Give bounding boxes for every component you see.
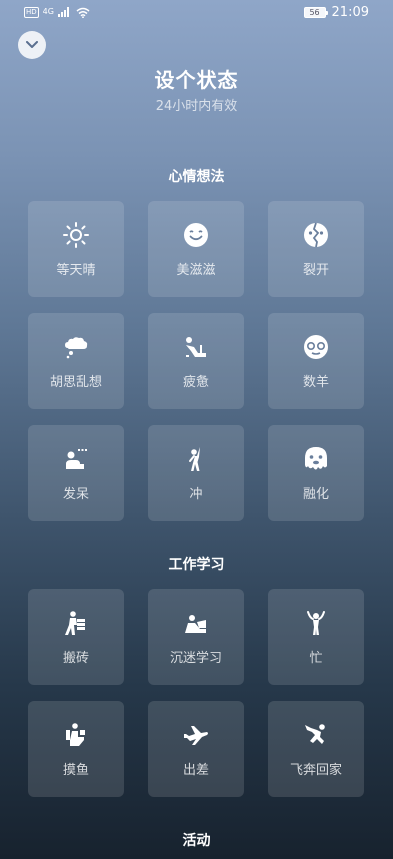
status-tile[interactable]: 疲惫 (148, 313, 244, 409)
status-tile[interactable]: 胡思乱想 (28, 313, 124, 409)
slumped-person-icon (182, 333, 210, 361)
mood-grid: 等天晴 美滋滋 裂开 胡思乱想 疲惫 数羊 发呆 冲 融化 (28, 201, 364, 521)
thought-bubble-icon (62, 333, 90, 361)
sitting-daze-icon (62, 445, 90, 473)
section-title-mood: 心情想法 (168, 169, 225, 185)
cracked-face-icon (302, 221, 330, 249)
status-label: 搬砖 (62, 650, 89, 666)
chevron-down-icon (26, 41, 38, 49)
section-title-activity: 活动 (182, 833, 211, 849)
status-left: HD 4G (24, 6, 90, 18)
work-grid: 搬砖 沉迷学习 忙 摸鱼 出差 飞奔回家 (28, 589, 364, 797)
status-tile[interactable]: 出差 (148, 701, 244, 797)
status-label: 沉迷学习 (169, 650, 222, 666)
melting-face-icon (302, 445, 330, 473)
studying-person-icon (182, 609, 210, 637)
status-tile[interactable]: 裂开 (268, 201, 364, 297)
toilet-person-icon (62, 721, 90, 749)
status-tile[interactable]: 等天晴 (28, 201, 124, 297)
network-type: 4G (42, 7, 54, 16)
status-label: 疲惫 (182, 374, 209, 390)
airplane-icon (182, 721, 210, 749)
collapse-button[interactable] (18, 31, 46, 59)
status-tile[interactable]: 融化 (268, 425, 364, 521)
wifi-icon (76, 7, 90, 18)
status-label: 胡思乱想 (49, 374, 102, 390)
busy-person-icon (302, 609, 330, 637)
status-label: 出差 (182, 762, 209, 778)
status-label: 忙 (309, 650, 323, 666)
status-label: 裂开 (302, 262, 329, 278)
raised-fist-person-icon (182, 445, 210, 473)
carrying-bricks-icon (62, 609, 90, 637)
status-tile[interactable]: 沉迷学习 (148, 589, 244, 685)
status-label: 融化 (302, 486, 329, 502)
signal-icon (57, 7, 72, 17)
status-tile[interactable]: 冲 (148, 425, 244, 521)
sun-icon (62, 221, 90, 249)
status-tile[interactable]: 飞奔回家 (268, 701, 364, 797)
section-title-work: 工作学习 (168, 557, 225, 573)
status-right: 56 21:09 (303, 4, 369, 20)
status-label: 美滋滋 (176, 262, 216, 278)
battery-icon: 56 (303, 6, 328, 18)
status-label: 冲 (189, 486, 203, 502)
page-title: 设个状态 (154, 68, 239, 92)
status-label: 飞奔回家 (289, 762, 342, 778)
status-tile[interactable]: 数羊 (268, 313, 364, 409)
clock: 21:09 (331, 4, 369, 20)
status-label: 摸鱼 (62, 762, 89, 778)
status-tile[interactable]: 搬砖 (28, 589, 124, 685)
status-label: 发呆 (62, 486, 89, 502)
status-tile[interactable]: 忙 (268, 589, 364, 685)
status-tile[interactable]: 美滋滋 (148, 201, 244, 297)
hd-badge: HD (24, 6, 39, 18)
sheep-face-icon (302, 333, 330, 361)
status-bar: HD 4G 56 21:09 (0, 0, 393, 24)
smiley-icon (182, 221, 210, 249)
status-label: 等天晴 (56, 262, 96, 278)
status-tile[interactable]: 摸鱼 (28, 701, 124, 797)
running-home-icon (302, 721, 330, 749)
status-tile[interactable]: 发呆 (28, 425, 124, 521)
page-subtitle: 24小时内有效 (155, 99, 238, 114)
status-label: 数羊 (302, 374, 329, 390)
